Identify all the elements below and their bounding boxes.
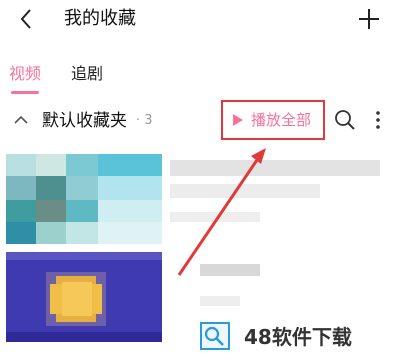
list-item[interactable] [0,150,398,250]
video-title-placeholder [170,184,320,198]
active-tab-indicator [11,91,39,94]
page-title: 我的收藏 [64,8,136,29]
play-triangle-icon [233,114,243,126]
video-meta-placeholder [200,296,240,306]
chevron-up-icon [14,115,28,124]
watermark: 48软件下载 [200,321,398,353]
watermark-search-logo [200,322,230,350]
folder-name: 默认收藏夹 [42,111,127,131]
play-all-label: 播放全部 [251,111,312,129]
more-options-button[interactable] [370,108,386,132]
plus-icon [359,9,379,29]
play-all-button[interactable]: 播放全部 [221,100,325,140]
chevron-left-icon [20,9,31,29]
video-title-placeholder [170,160,380,176]
video-thumbnail [6,154,162,244]
tab-drama[interactable]: 追剧 [71,62,103,86]
back-button[interactable] [15,6,39,32]
favorites-page: 我的收藏 视频 追剧 默认收藏夹 · 3 播放全部 48软件下载 [0,0,398,353]
video-title-placeholder [200,264,260,276]
video-meta-placeholder [170,212,260,222]
video-thumbnail [6,252,162,342]
add-folder-button[interactable] [356,6,382,32]
collapse-folder-button[interactable] [12,110,30,130]
watermark-text: 48软件下载 [244,325,352,349]
folder-count: · 3 [136,113,153,128]
search-icon [335,110,355,130]
more-vertical-icon [376,111,380,129]
search-button[interactable] [333,108,357,132]
tab-video[interactable]: 视频 [9,62,41,86]
